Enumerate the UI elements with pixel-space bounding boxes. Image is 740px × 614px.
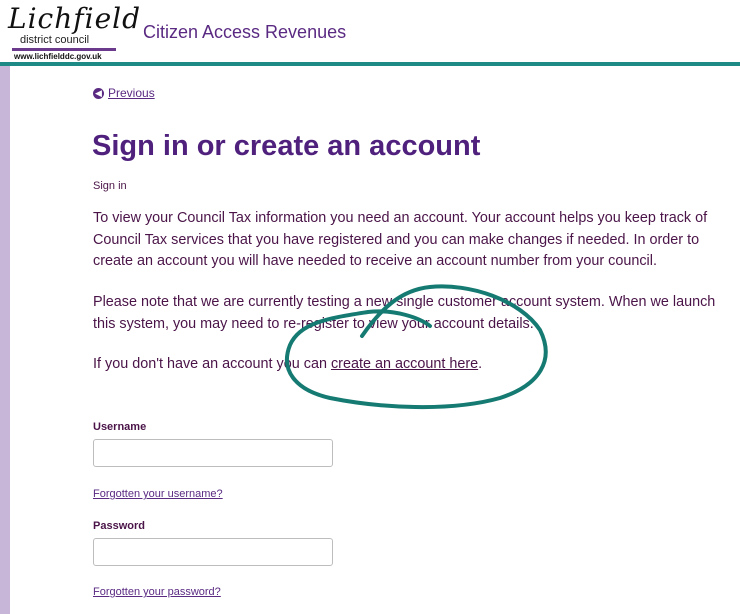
council-logo[interactable]: Lichfield district council www.lichfield… xyxy=(8,2,140,61)
side-strip xyxy=(0,66,10,614)
logo-bar xyxy=(12,48,116,51)
create-account-paragraph: If you don't have an account you can cre… xyxy=(93,354,733,376)
username-label: Username xyxy=(93,421,147,433)
header-divider xyxy=(0,62,740,66)
logo-subtitle: district council xyxy=(20,34,90,46)
logo-url: www.lichfielddc.gov.uk xyxy=(14,52,102,61)
forgot-password-link[interactable]: Forgotten your password? xyxy=(93,586,221,598)
notice-paragraph: Please note that we are currently testin… xyxy=(93,294,716,332)
create-account-link[interactable]: create an account here xyxy=(331,356,478,372)
page-title: Sign in or create an account xyxy=(92,130,481,162)
site-header: Lichfield district council www.lichfield… xyxy=(0,0,740,62)
circle-arrow-left-icon: ◀ xyxy=(93,87,104,99)
password-input[interactable] xyxy=(93,538,333,566)
create-account-suffix: . xyxy=(478,356,483,372)
previous-link[interactable]: ◀ Previous xyxy=(93,86,155,100)
create-account-prefix: If you don't have an account you can xyxy=(93,356,331,372)
breadcrumb: Sign in xyxy=(93,180,127,192)
username-input[interactable] xyxy=(93,439,333,467)
forgot-username-link[interactable]: Forgotten your username? xyxy=(93,488,223,500)
intro-paragraph: To view your Council Tax information you… xyxy=(93,210,708,269)
app-title: Citizen Access Revenues xyxy=(143,22,347,42)
previous-label[interactable]: Previous xyxy=(108,86,155,100)
logo-wordmark: Lichfield xyxy=(8,2,142,35)
password-label: Password xyxy=(93,520,145,532)
